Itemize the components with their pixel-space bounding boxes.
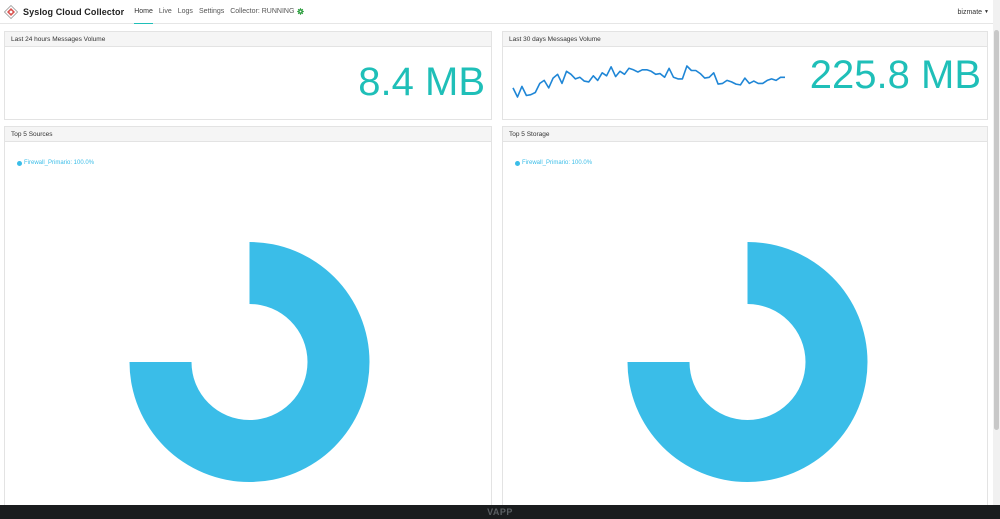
legend-label: Firewall_Primario: 100.0%	[522, 160, 593, 166]
sources-donut-chart	[129, 242, 370, 483]
panel-title: Top 5 Storage	[503, 127, 987, 142]
collector-status-label: Collector: RUNNING	[230, 8, 295, 15]
app-logo-icon	[4, 4, 18, 19]
panel-volume-24h: Last 24 hours Messages Volume 8.4 MB	[4, 31, 492, 120]
sparkline-series	[512, 65, 785, 98]
brand-name: Syslog Cloud Collector	[23, 6, 125, 17]
chart-legend[interactable]: Firewall_Primario: 100.0%	[17, 160, 94, 166]
volume-24h-value: 8.4 MB	[358, 60, 485, 104]
panel-top-sources: Top 5 Sources Firewall_Primario: 100.0%	[4, 126, 492, 506]
panel-title: Last 24 hours Messages Volume	[5, 32, 491, 47]
legend-label: Firewall_Primario: 100.0%	[24, 160, 95, 166]
panel-volume-30d: Last 30 days Messages Volume 225.8 MB	[502, 31, 988, 120]
volume-30d-value: 225.8 MB	[809, 53, 981, 97]
collector-status[interactable]: Collector: RUNNING	[230, 8, 305, 15]
sparkline-chart	[512, 65, 785, 98]
panel-top-storage: Top 5 Storage Firewall_Primario: 100.0%	[502, 126, 988, 506]
nav-item-live[interactable]: Live	[159, 0, 172, 24]
nav-item-settings[interactable]: Settings	[199, 0, 224, 24]
panel-title: Top 5 Sources	[5, 127, 491, 142]
caret-down-icon: ▼	[984, 9, 989, 15]
donut-slice-firewall_primario[interactable]	[627, 242, 868, 483]
scrollbar-thumb[interactable]	[994, 30, 999, 430]
panel-title: Last 30 days Messages Volume	[503, 32, 987, 47]
main-nav: Home Live Logs Settings Collector: RUNNI…	[131, 0, 305, 24]
chart-legend[interactable]: Firewall_Primario: 100.0%	[515, 160, 592, 166]
nav-item-logs[interactable]: Logs	[178, 0, 193, 24]
nav-item-home[interactable]: Home	[134, 0, 153, 24]
page-scrollbar[interactable]	[993, 0, 1000, 505]
brand[interactable]: Syslog Cloud Collector	[4, 4, 125, 19]
user-menu[interactable]: bizmate ▼	[958, 0, 989, 24]
footer-logo: VAPP	[487, 507, 513, 517]
legend-dot-icon	[515, 160, 520, 166]
top-navbar: Syslog Cloud Collector Home Live Logs Se…	[0, 0, 1000, 24]
gear-status-icon	[297, 8, 305, 15]
legend-dot-icon	[17, 160, 22, 166]
user-name: bizmate	[957, 8, 983, 16]
storage-donut-chart	[627, 242, 868, 483]
footer-bar: VAPP	[0, 505, 1000, 519]
donut-slice-firewall_primario[interactable]	[129, 242, 370, 483]
